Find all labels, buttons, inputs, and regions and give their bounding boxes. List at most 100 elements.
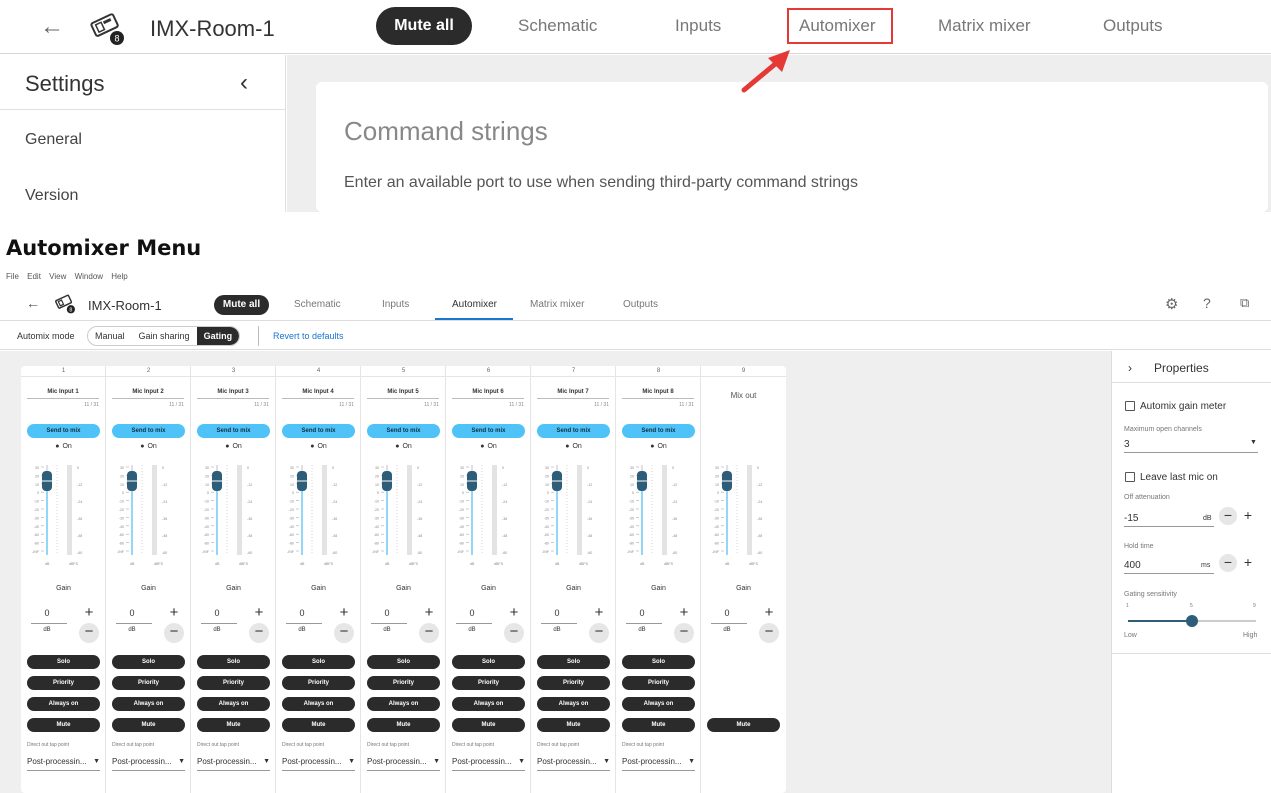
- back-arrow-icon[interactable]: ←: [40, 13, 64, 41]
- send-to-mix-button[interactable]: Send to mix: [282, 424, 355, 438]
- gain-value[interactable]: 0: [197, 608, 237, 618]
- mode-manual[interactable]: Manual: [88, 327, 132, 345]
- priority-button[interactable]: Priority: [452, 676, 525, 690]
- automix-gain-meter-checkbox[interactable]: [1125, 401, 1135, 411]
- solo-button[interactable]: Solo: [282, 655, 355, 669]
- mute-button[interactable]: Mute: [27, 718, 100, 732]
- send-to-mix-button[interactable]: Send to mix: [622, 424, 695, 438]
- mute-button[interactable]: Mute: [622, 718, 695, 732]
- gain-minus-button[interactable]: −: [79, 623, 99, 643]
- sidebar-item-general[interactable]: General: [25, 131, 82, 149]
- always-on-button[interactable]: Always on: [282, 697, 355, 711]
- tap-point-select[interactable]: Post-processin... ▼: [537, 757, 610, 771]
- mute-button[interactable]: Mute: [537, 718, 610, 732]
- tab-matrix-mixer[interactable]: Matrix mixer: [530, 299, 584, 310]
- menu-view[interactable]: View: [49, 272, 66, 281]
- tab-outputs[interactable]: Outputs: [1103, 16, 1163, 36]
- channel-name[interactable]: Mic Input 4: [282, 389, 354, 395]
- leave-last-mic-checkbox[interactable]: [1125, 472, 1135, 482]
- send-to-mix-button[interactable]: Send to mix: [197, 424, 270, 438]
- help-icon[interactable]: ?: [1203, 295, 1211, 311]
- menu-window[interactable]: Window: [75, 272, 103, 281]
- priority-button[interactable]: Priority: [27, 676, 100, 690]
- mode-gating[interactable]: Gating: [196, 327, 240, 345]
- gain-fader[interactable]: 30 20 10 0 -10 -20 -30 -40 -60 -80 -INF 0 -12 -24 -36 -…: [709, 461, 779, 571]
- tap-point-select[interactable]: Post-processin... ▼: [27, 757, 100, 771]
- gain-plus-button[interactable]: +: [249, 603, 269, 623]
- always-on-button[interactable]: Always on: [367, 697, 440, 711]
- gain-plus-button[interactable]: +: [164, 603, 184, 623]
- mute-all-button[interactable]: Mute all: [214, 295, 269, 315]
- always-on-button[interactable]: Always on: [27, 697, 100, 711]
- gain-value[interactable]: 0: [367, 608, 407, 618]
- gain-minus-button[interactable]: −: [589, 623, 609, 643]
- gain-fader[interactable]: 30 20 10 0 -10 -20 -30 -40 -60 -80 -INF 0 -12 -24 -36 -…: [114, 461, 184, 571]
- channel-name[interactable]: Mic Input 3: [197, 389, 269, 395]
- send-to-mix-button[interactable]: Send to mix: [27, 424, 100, 438]
- gain-fader[interactable]: 30 20 10 0 -10 -20 -30 -40 -60 -80 -INF 0 -12 -24 -36 -…: [199, 461, 269, 571]
- tab-schematic[interactable]: Schematic: [294, 299, 341, 310]
- slider-thumb[interactable]: [1186, 615, 1198, 627]
- always-on-button[interactable]: Always on: [622, 697, 695, 711]
- gating-sensitivity-slider[interactable]: [1124, 613, 1260, 629]
- gain-plus-button[interactable]: +: [674, 603, 694, 623]
- priority-button[interactable]: Priority: [282, 676, 355, 690]
- gain-plus-button[interactable]: +: [589, 603, 609, 623]
- gain-plus-button[interactable]: +: [79, 603, 99, 623]
- gain-value[interactable]: 0: [282, 608, 322, 618]
- gain-value[interactable]: 0: [537, 608, 577, 618]
- gain-minus-button[interactable]: −: [419, 623, 439, 643]
- gear-icon[interactable]: ⚙: [1165, 295, 1178, 313]
- tab-automixer[interactable]: Automixer: [452, 299, 497, 310]
- gain-fader[interactable]: 30 20 10 0 -10 -20 -30 -40 -60 -80 -INF 0 -12 -24 -36 -…: [624, 461, 694, 571]
- mode-gain-sharing[interactable]: Gain sharing: [132, 327, 197, 345]
- collapse-chevron-icon[interactable]: ‹: [240, 69, 248, 97]
- tab-inputs[interactable]: Inputs: [382, 299, 409, 310]
- tab-outputs[interactable]: Outputs: [623, 299, 658, 310]
- mute-button[interactable]: Mute: [112, 718, 185, 732]
- sidebar-item-version[interactable]: Version: [25, 187, 78, 205]
- gain-value[interactable]: 0: [707, 608, 747, 618]
- always-on-button[interactable]: Always on: [197, 697, 270, 711]
- off-attenuation-value[interactable]: -15: [1124, 513, 1138, 524]
- gain-value[interactable]: 0: [27, 608, 67, 618]
- always-on-button[interactable]: Always on: [112, 697, 185, 711]
- hold-time-minus-button[interactable]: −: [1219, 554, 1237, 572]
- gain-minus-button[interactable]: −: [334, 623, 354, 643]
- gain-fader[interactable]: 30 20 10 0 -10 -20 -30 -40 -60 -80 -INF 0 -12 -24 -36 -…: [369, 461, 439, 571]
- priority-button[interactable]: Priority: [537, 676, 610, 690]
- mute-all-button[interactable]: Mute all: [376, 7, 472, 45]
- tap-point-select[interactable]: Post-processin... ▼: [367, 757, 440, 771]
- tap-point-select[interactable]: Post-processin... ▼: [622, 757, 695, 771]
- gain-fader[interactable]: 30 20 10 0 -10 -20 -30 -40 -60 -80 -INF 0 -12 -24 -36 -…: [29, 461, 99, 571]
- solo-button[interactable]: Solo: [622, 655, 695, 669]
- channel-name[interactable]: Mic Input 2: [112, 389, 184, 395]
- gain-plus-button[interactable]: +: [334, 603, 354, 623]
- tap-point-select[interactable]: Post-processin... ▼: [197, 757, 270, 771]
- gain-value[interactable]: 0: [622, 608, 662, 618]
- gain-minus-button[interactable]: −: [504, 623, 524, 643]
- tap-point-select[interactable]: Post-processin... ▼: [282, 757, 355, 771]
- gain-plus-button[interactable]: +: [504, 603, 524, 623]
- gain-value[interactable]: 0: [452, 608, 492, 618]
- gain-plus-button[interactable]: +: [419, 603, 439, 623]
- gain-plus-button[interactable]: +: [759, 603, 779, 623]
- mute-button[interactable]: Mute: [707, 718, 780, 732]
- tab-matrix-mixer[interactable]: Matrix mixer: [938, 16, 1031, 36]
- channel-name[interactable]: Mic Input 5: [367, 389, 439, 395]
- gain-value[interactable]: 0: [112, 608, 152, 618]
- max-open-value[interactable]: 3: [1124, 439, 1130, 450]
- solo-button[interactable]: Solo: [452, 655, 525, 669]
- menu-edit[interactable]: Edit: [27, 272, 41, 281]
- priority-button[interactable]: Priority: [367, 676, 440, 690]
- solo-button[interactable]: Solo: [197, 655, 270, 669]
- channel-name[interactable]: Mic Input 1: [27, 389, 99, 395]
- chevron-down-icon[interactable]: ▼: [1250, 439, 1257, 446]
- mute-button[interactable]: Mute: [452, 718, 525, 732]
- gain-minus-button[interactable]: −: [164, 623, 184, 643]
- channel-name[interactable]: Mic Input 7: [537, 389, 609, 395]
- always-on-button[interactable]: Always on: [537, 697, 610, 711]
- send-to-mix-button[interactable]: Send to mix: [367, 424, 440, 438]
- solo-button[interactable]: Solo: [27, 655, 100, 669]
- gain-fader[interactable]: 30 20 10 0 -10 -20 -30 -40 -60 -80 -INF 0 -12 -24 -36 -…: [284, 461, 354, 571]
